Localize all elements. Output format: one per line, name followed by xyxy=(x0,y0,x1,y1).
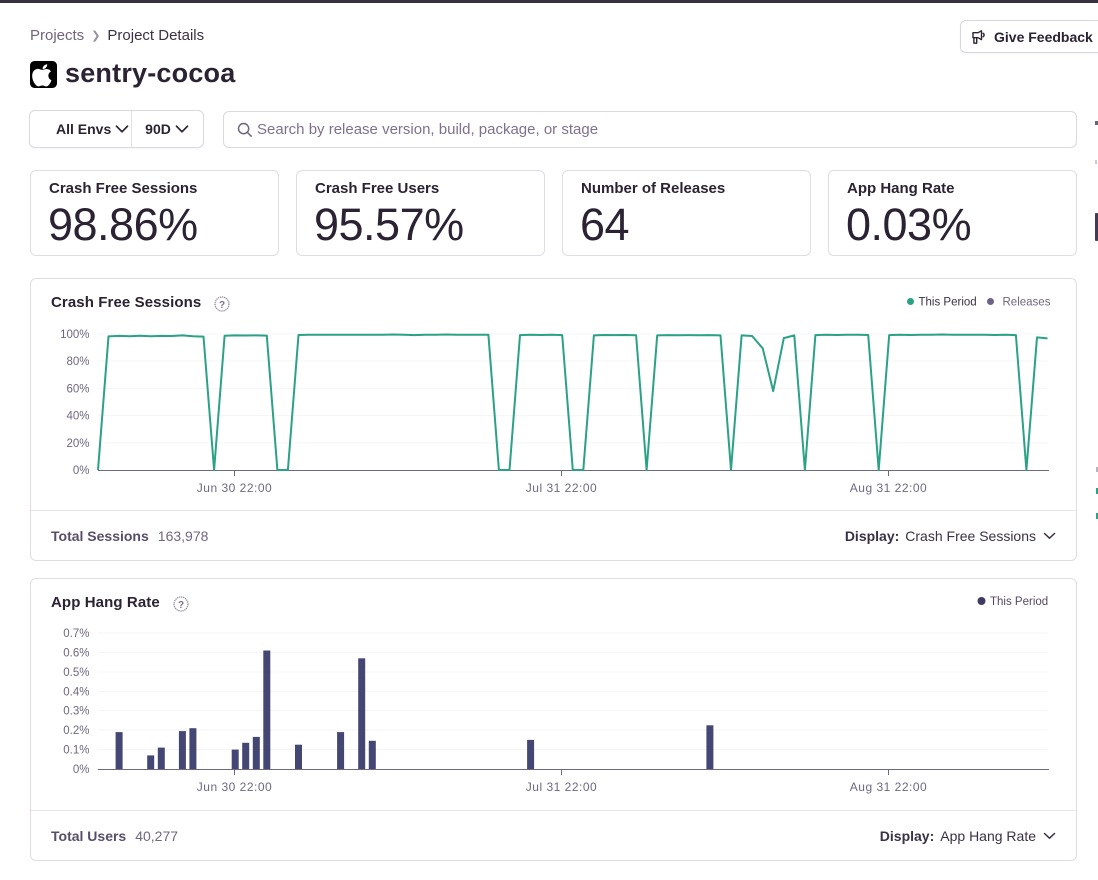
svg-text:20%: 20% xyxy=(66,438,89,450)
svg-text:80%: 80% xyxy=(66,356,89,368)
svg-text:Jul 31 22:00: Jul 31 22:00 xyxy=(526,780,597,794)
svg-text:Jul 31 22:00: Jul 31 22:00 xyxy=(526,481,597,495)
svg-text:?: ? xyxy=(178,600,184,611)
svg-text:This Period: This Period xyxy=(919,297,977,309)
svg-text:0.3%: 0.3% xyxy=(63,706,89,718)
svg-text:Releases: Releases xyxy=(1003,297,1051,309)
svg-text:0.1%: 0.1% xyxy=(63,745,89,757)
svg-text:0.6%: 0.6% xyxy=(63,647,89,659)
svg-text:?: ? xyxy=(219,300,225,311)
svg-text:Jun 30 22:00: Jun 30 22:00 xyxy=(197,481,272,495)
svg-text:0.5%: 0.5% xyxy=(63,667,89,679)
svg-text:Jun 30 22:00: Jun 30 22:00 xyxy=(197,780,272,794)
svg-text:Aug 31 22:00: Aug 31 22:00 xyxy=(850,481,927,495)
svg-text:100%: 100% xyxy=(60,329,89,341)
svg-text:0.2%: 0.2% xyxy=(63,725,89,737)
svg-text:0.4%: 0.4% xyxy=(63,686,89,698)
svg-text:60%: 60% xyxy=(66,383,89,395)
svg-text:Aug 31 22:00: Aug 31 22:00 xyxy=(850,780,927,794)
svg-text:0.7%: 0.7% xyxy=(63,628,89,640)
svg-text:0%: 0% xyxy=(73,764,90,776)
svg-text:40%: 40% xyxy=(66,411,89,423)
svg-text:0%: 0% xyxy=(73,465,90,477)
svg-text:This Period: This Period xyxy=(990,596,1048,608)
